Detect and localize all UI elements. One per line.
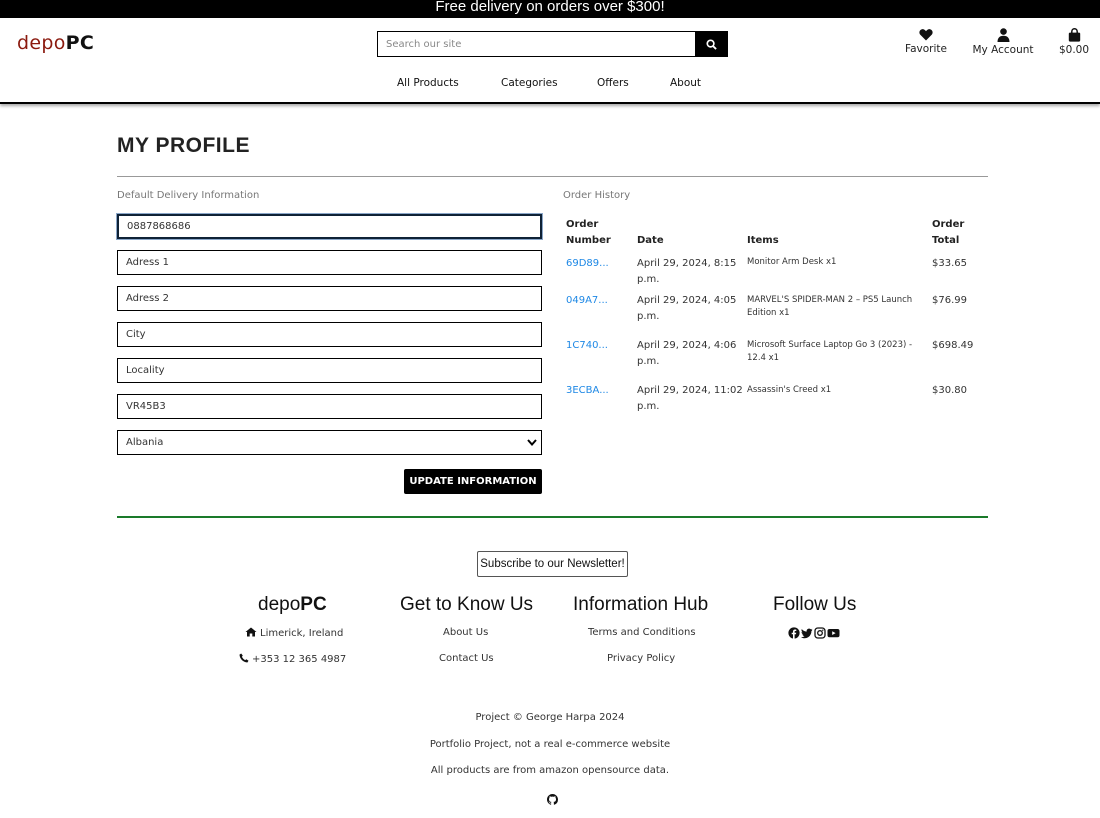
footer-location-text: Limerick, Ireland bbox=[260, 628, 344, 639]
city-field[interactable]: City bbox=[117, 322, 542, 347]
th-order-total-line1: Order bbox=[932, 219, 965, 230]
order-item-line: MARVEL'S SPIDER-MAN 2 – PS5 Launch bbox=[747, 295, 913, 305]
footer-location: Limerick, Ireland bbox=[245, 627, 343, 639]
order-item-line: Edition x1 bbox=[747, 308, 790, 318]
order-total: $30.80 bbox=[932, 385, 967, 396]
order-total: $76.99 bbox=[932, 295, 967, 306]
order-date-line: p.m. bbox=[637, 311, 660, 322]
newsletter-button[interactable]: Subscribe to our Newsletter! bbox=[477, 551, 628, 577]
cart-total: $0.00 bbox=[1058, 44, 1090, 56]
order-date-line: p.m. bbox=[637, 274, 660, 285]
nav-about[interactable]: About bbox=[670, 77, 701, 89]
shopping-bag-icon bbox=[1068, 28, 1080, 42]
order-items: Assassin's Creed x1 bbox=[747, 384, 831, 397]
order-items: Monitor Arm Desk x1 bbox=[747, 256, 836, 269]
footer-brand: depoPC bbox=[258, 594, 327, 616]
copyright-text: Project © George Harpa 2024 bbox=[475, 712, 625, 723]
order-date-line: p.m. bbox=[637, 356, 660, 367]
address1-field[interactable]: Adress 1 bbox=[117, 250, 542, 275]
order-date: April 29, 2024, 4:06 p.m. bbox=[637, 338, 736, 370]
footer-brand-depo: depo bbox=[258, 594, 301, 615]
delivery-banner: Free delivery on orders over $300! bbox=[0, 0, 1100, 18]
order-items: Microsoft Surface Laptop Go 3 (2023) - 1… bbox=[747, 339, 912, 365]
order-date-line: p.m. bbox=[637, 401, 660, 412]
order-date: April 29, 2024, 4:05 p.m. bbox=[637, 293, 736, 325]
footer-follow-title: Follow Us bbox=[773, 594, 857, 615]
footer-divider bbox=[117, 516, 988, 518]
order-date-line: April 29, 2024, 11:02 bbox=[637, 385, 743, 396]
chevron-down-icon bbox=[527, 439, 537, 446]
source-note: All products are from amazon opensource … bbox=[430, 765, 670, 776]
site-header: depoPC Favorite My Account bbox=[0, 18, 1100, 104]
th-order-number-line2: Number bbox=[566, 235, 611, 246]
order-item-line: Assassin's Creed x1 bbox=[747, 385, 832, 395]
page-title: MY PROFILE bbox=[117, 134, 250, 157]
footer-brand-pc: PC bbox=[300, 594, 327, 615]
th-date: Date bbox=[637, 235, 664, 246]
heart-icon bbox=[919, 29, 933, 41]
github-icon bbox=[547, 794, 558, 805]
footer-about-link[interactable]: About Us bbox=[443, 627, 488, 638]
update-information-button[interactable]: UPDATE INFORMATION bbox=[404, 469, 542, 494]
favorite-label: Favorite bbox=[905, 43, 947, 55]
locality-field[interactable]: Locality bbox=[117, 358, 542, 383]
order-history-label: Order History bbox=[563, 190, 631, 201]
home-icon bbox=[245, 627, 257, 637]
account-link[interactable]: My Account bbox=[971, 28, 1035, 56]
order-items: MARVEL'S SPIDER-MAN 2 – PS5 Launch Editi… bbox=[747, 294, 912, 320]
th-order-total: Order Total bbox=[932, 217, 964, 249]
order-item-line: 12.4 x1 bbox=[747, 353, 780, 363]
order-number-link[interactable]: 1C740... bbox=[566, 338, 608, 354]
footer-phone: +353 12 365 4987 bbox=[239, 653, 346, 665]
youtube-icon[interactable] bbox=[827, 627, 840, 639]
main-nav: All Products Categories Offers About bbox=[0, 77, 1100, 93]
order-item-line: Monitor Arm Desk x1 bbox=[747, 257, 837, 267]
order-date-line: April 29, 2024, 4:06 bbox=[637, 340, 737, 351]
delivery-info-label: Default Delivery Information bbox=[117, 190, 260, 201]
order-total: $698.49 bbox=[932, 340, 974, 351]
social-links bbox=[788, 627, 840, 639]
footer-know-title: Get to Know Us bbox=[400, 594, 534, 615]
country-select[interactable]: Albania bbox=[117, 430, 542, 455]
order-number-link[interactable]: 69D89... bbox=[566, 256, 609, 272]
github-link[interactable] bbox=[547, 792, 558, 810]
footer-phone-text: +353 12 365 4987 bbox=[252, 654, 347, 665]
country-value: Albania bbox=[126, 437, 164, 448]
order-item-line: Microsoft Surface Laptop Go 3 (2023) - bbox=[747, 340, 913, 350]
order-date: April 29, 2024, 11:02 p.m. bbox=[637, 383, 743, 415]
order-total: $33.65 bbox=[932, 258, 967, 269]
footer-privacy-link[interactable]: Privacy Policy bbox=[607, 653, 675, 664]
postcode-field[interactable]: VR45B3 bbox=[117, 394, 542, 419]
th-order-number: Order Number bbox=[566, 217, 611, 249]
account-label: My Account bbox=[972, 44, 1034, 56]
favorite-link[interactable]: Favorite bbox=[900, 28, 952, 55]
instagram-icon[interactable] bbox=[814, 627, 826, 639]
footer-contact-link[interactable]: Contact Us bbox=[439, 653, 494, 664]
th-order-total-line2: Total bbox=[932, 235, 960, 246]
twitter-icon[interactable] bbox=[801, 627, 813, 639]
footer-info-title: Information Hub bbox=[573, 594, 709, 615]
footer-terms-link[interactable]: Terms and Conditions bbox=[588, 627, 696, 638]
title-divider bbox=[117, 176, 988, 177]
order-number-link[interactable]: 3ECBA... bbox=[566, 383, 609, 399]
th-items: Items bbox=[747, 235, 779, 246]
order-number-link[interactable]: 049A7... bbox=[566, 293, 608, 309]
banner-text: Free delivery on orders over $300! bbox=[435, 0, 665, 15]
phone-field[interactable]: 0887868686 bbox=[117, 214, 542, 239]
header-icons: Favorite My Account $0.00 bbox=[0, 28, 1100, 68]
nav-categories[interactable]: Categories bbox=[501, 77, 558, 89]
facebook-icon[interactable] bbox=[788, 627, 800, 639]
nav-all-products[interactable]: All Products bbox=[397, 77, 459, 89]
th-order-number-line1: Order bbox=[566, 219, 599, 230]
order-date-line: April 29, 2024, 8:15 bbox=[637, 258, 737, 269]
address2-field[interactable]: Adress 2 bbox=[117, 286, 542, 311]
cart-link[interactable]: $0.00 bbox=[1056, 28, 1092, 56]
order-date: April 29, 2024, 8:15 p.m. bbox=[637, 256, 736, 288]
order-date-line: April 29, 2024, 4:05 bbox=[637, 295, 737, 306]
portfolio-note: Portfolio Project, not a real e-commerce… bbox=[429, 739, 671, 750]
phone-icon bbox=[239, 653, 249, 663]
nav-offers[interactable]: Offers bbox=[597, 77, 629, 89]
user-icon bbox=[997, 28, 1009, 42]
